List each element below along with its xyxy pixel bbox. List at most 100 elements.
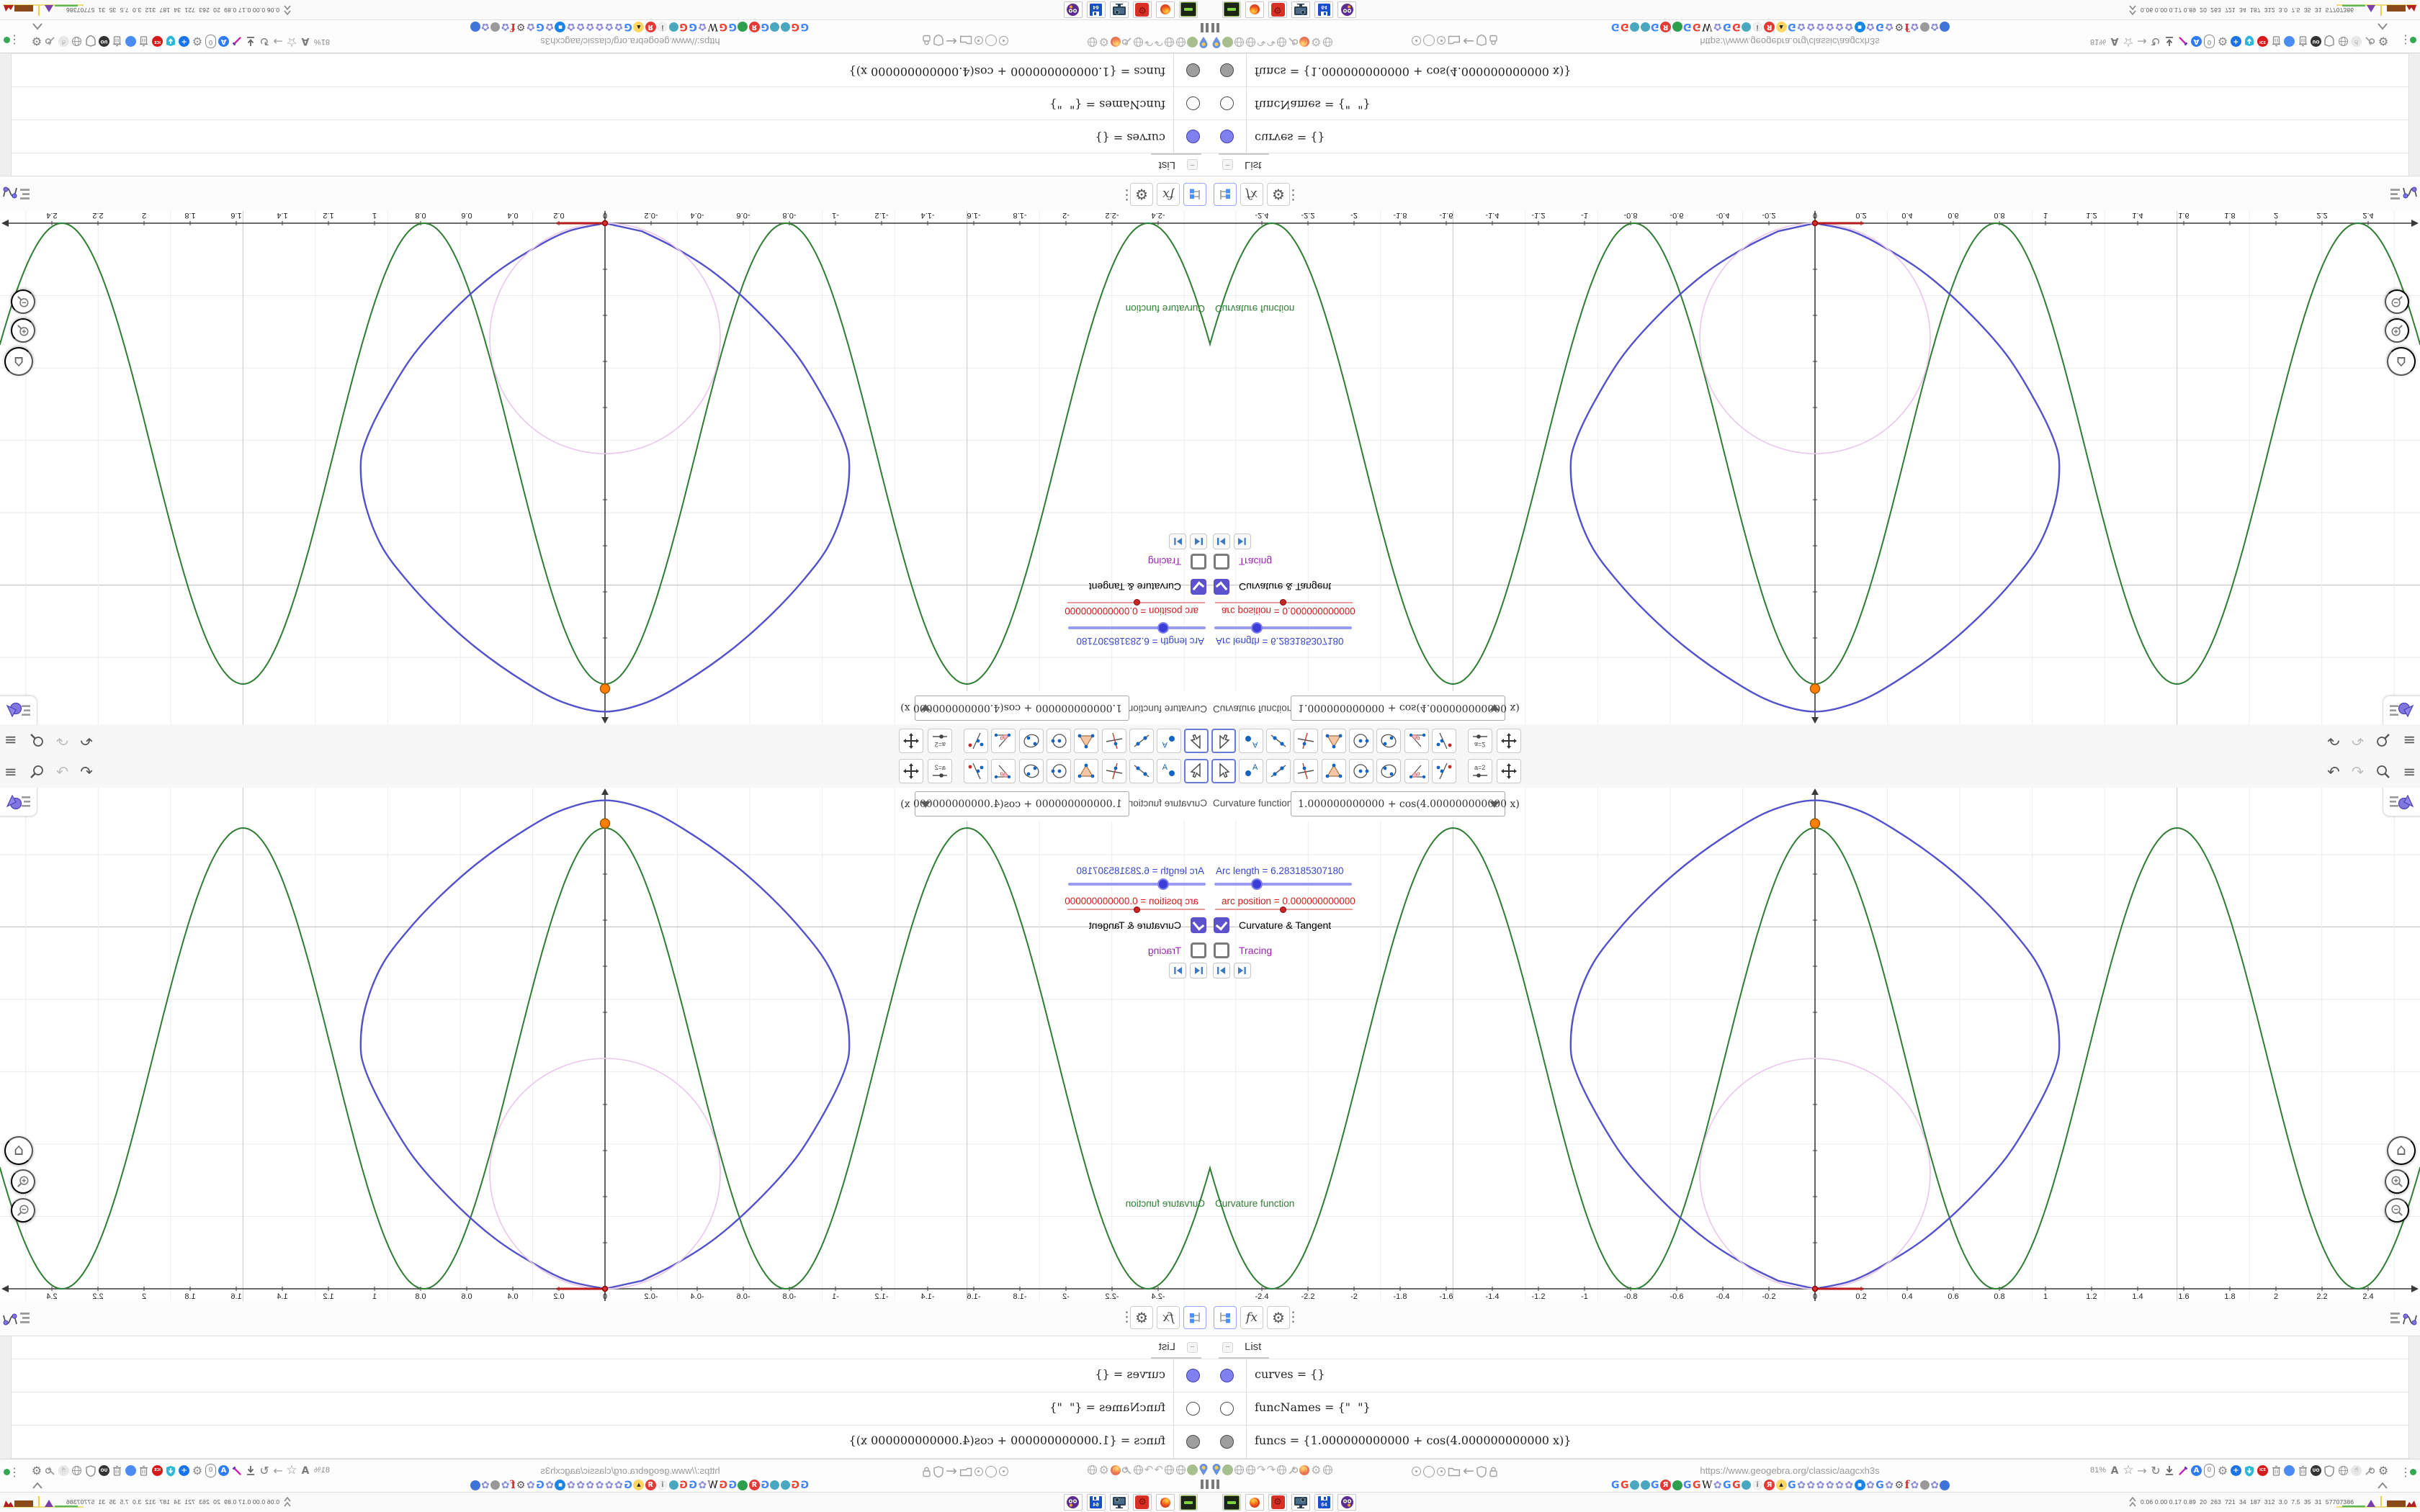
tab-flower-favicon[interactable]: ✿ [1866,22,1875,33]
tab-flower-favicon[interactable]: ✿ [545,22,554,33]
floppy64-app-icon[interactable]: 64 [1317,1495,1331,1509]
redo-arc-icon[interactable]: ↷ [1257,36,1266,49]
function-combobox[interactable]: 1.000000000000 + cos(4.000000000000 x) [1291,696,1520,721]
arc-position-slider-knob[interactable] [1134,906,1141,913]
uo-badge-icon[interactable]: UO [99,36,109,47]
tab-google-favicon[interactable]: G [720,22,728,33]
tab-google-favicon[interactable]: G [1683,1480,1692,1490]
arc-position-slider[interactable] [1067,599,1205,606]
gear-icon[interactable]: ⚙ [1311,1464,1321,1476]
function-combobox[interactable]: 1.000000000000 + cos(4.000000000000 x) [1291,791,1520,816]
shield-download-icon[interactable] [165,1465,176,1477]
globe-icon[interactable] [2337,1465,2349,1476]
shield-icon[interactable] [2323,35,2335,48]
firefox-icon[interactable] [1299,1464,1310,1476]
search-icon[interactable] [2375,732,2391,748]
shield-download-icon[interactable] [2244,36,2255,48]
tab-google-favicon[interactable]: G [624,22,632,33]
line-tool-button[interactable] [1266,729,1291,753]
forward-icon[interactable]: → [272,35,284,49]
tray-chevrons-icon[interactable] [2128,4,2137,16]
shield-icon[interactable] [933,1465,944,1477]
screenshot-app-button[interactable] [1291,1,1310,18]
circle-icon[interactable] [1423,35,1435,47]
arc-length-slider[interactable] [1214,878,1352,890]
tab-gear-favicon[interactable]: ⚙ [516,1480,526,1491]
colorful-globe-icon[interactable] [125,36,136,47]
tab-google-favicon[interactable]: G [801,1480,810,1491]
visibility-marble[interactable] [1186,1435,1200,1449]
move-tool-button[interactable] [1211,759,1236,783]
menu-icon[interactable]: ≡ [2403,732,2416,750]
dot-circle-icon[interactable] [1437,36,1446,45]
tab-bird-favicon[interactable] [738,1480,748,1490]
visibility-marble[interactable] [1186,96,1200,110]
wrench-icon[interactable] [1121,37,1132,48]
tab-gear-favicon[interactable]: ⚙ [1895,1480,1904,1490]
menu-icon[interactable]: ≡ [4,732,17,750]
tab-chat-favicon[interactable]: ■ [1854,22,1865,32]
gear-icon[interactable]: ⚙ [1311,36,1321,50]
tab-wikipedia-favicon[interactable]: W [1702,1480,1712,1490]
visibility-marble[interactable] [1220,1435,1234,1449]
reflect-tool-button[interactable] [964,759,988,783]
wrench-icon[interactable] [1288,37,1299,48]
counter-pill-icon[interactable]: 0 [2204,1464,2215,1477]
redo-arc-icon[interactable]: ↷ [1154,36,1163,49]
search-icon[interactable] [2375,764,2391,780]
gear-icon[interactable]: ⚙ [2378,1464,2389,1477]
highlighter-icon[interactable] [2177,36,2189,47]
back-arrow-icon[interactable]: ← [946,1463,957,1479]
tab-chat-favicon[interactable]: ■ [1854,1480,1865,1490]
download-icon[interactable] [2164,36,2175,47]
arc-position-point[interactable] [601,220,609,227]
function-combobox[interactable]: 1.000000000000 + cos(4.000000000000 x) [900,696,1129,721]
tab-flower-favicon[interactable]: ✿ [1806,1480,1815,1490]
reflect-tool-button[interactable] [964,729,988,753]
sort-by-type-button[interactable] [1214,183,1237,206]
url-text[interactable]: https://www.geogebra.org/classic/aagcxh3… [483,1465,778,1476]
tab-f-favicon[interactable]: f [511,1478,515,1491]
circle-tool-button[interactable] [1047,759,1071,783]
tab-globe-favicon[interactable] [781,1480,790,1490]
chevron-up-icon[interactable] [2377,1481,2388,1490]
move-graphics-tool-button[interactable] [1497,729,1521,753]
tab-flower-favicon[interactable]: ✿ [586,22,594,33]
chevron-up-icon[interactable] [32,22,43,31]
add-icon[interactable]: + [179,1465,189,1476]
redo-arc-icon[interactable]: ↷ [1267,36,1276,49]
firefox-app-icon[interactable] [1249,1497,1260,1508]
tab-flower-favicon[interactable]: ✿ [1845,1480,1853,1490]
counter-pill-icon[interactable]: 0 [2204,35,2215,48]
tab-globe-favicon[interactable] [1919,1480,1930,1490]
home-button[interactable]: ⌂ [2387,1136,2416,1165]
add-icon[interactable]: + [2231,1465,2241,1476]
undo-icon[interactable]: ↶ [80,732,93,750]
line-tool-button[interactable] [1129,729,1154,753]
graphics-stylebar-toggle[interactable] [0,788,37,816]
owl-app-icon[interactable] [1340,1495,1354,1509]
tab-flower-favicon[interactable]: ✿ [1885,22,1894,33]
tab-swirl-favicon[interactable] [1940,1480,1950,1490]
globe-icon[interactable] [2337,36,2349,47]
visibility-marble[interactable] [1186,1369,1200,1382]
globe-icon[interactable] [1234,37,1245,48]
redo-arc-icon[interactable]: ↷ [1267,1464,1276,1475]
floppy64-app-button[interactable]: 64 [1087,1494,1106,1511]
tab-f-favicon[interactable]: f [1905,21,1909,34]
tab-google-favicon[interactable]: G [1788,1480,1796,1490]
tab-flower-favicon[interactable]: ✿ [1816,22,1825,33]
move-graphics-tool-button[interactable] [899,759,923,783]
tab-yandex-favicon[interactable]: Я [1764,22,1775,32]
undo-icon[interactable]: ↶ [2327,732,2340,750]
tab-yandex-favicon[interactable]: Я [749,22,760,32]
screenshot-app-icon[interactable] [1112,1496,1126,1509]
perpendicular-line-tool-button[interactable] [1294,759,1318,783]
tab-info-favicon[interactable]: i [1752,22,1763,32]
tab-flower-favicon[interactable]: ✿ [605,22,614,33]
tab-google-favicon[interactable]: G [720,1480,728,1491]
tab-globe-favicon[interactable] [1630,22,1639,32]
bookmark-star-icon[interactable]: ☆ [2123,1464,2134,1477]
globe-icon[interactable] [1234,1464,1245,1475]
play-pause-button[interactable] [1234,963,1251,978]
